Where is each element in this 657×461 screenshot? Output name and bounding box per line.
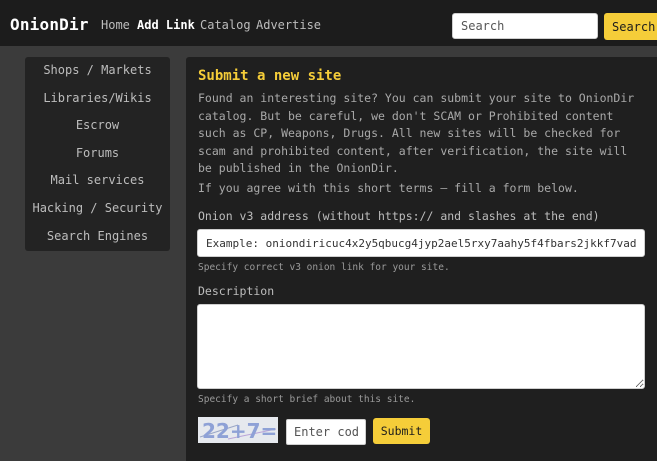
description-textarea[interactable]: [197, 304, 645, 389]
nav-link-catalog[interactable]: Catalog: [200, 18, 251, 32]
top-navbar: OnionDir Home Add Link Catalog Advertise…: [0, 0, 657, 46]
submit-site-panel: Submit a new site Found an interesting s…: [186, 57, 657, 461]
terms-text: If you agree with this short terms – fil…: [198, 181, 579, 195]
description-label: Description: [198, 284, 275, 298]
search-input[interactable]: [452, 13, 598, 39]
nav-link-advertise[interactable]: Advertise: [256, 18, 321, 32]
sidebar-item-search-engines[interactable]: Search Engines: [25, 223, 170, 251]
nav-link-add-link[interactable]: Add Link: [137, 18, 195, 32]
intro-text: Found an interesting site? You can submi…: [198, 91, 635, 176]
onion-address-hint: Specify correct v3 onion link for your s…: [198, 262, 450, 273]
sidebar-item-forums[interactable]: Forums: [25, 140, 170, 168]
captcha-digits: 22+7=: [202, 419, 277, 443]
sidebar-item-escrow[interactable]: Escrow: [25, 112, 170, 140]
search-button[interactable]: Search: [604, 13, 657, 40]
sidebar-item-mail-services[interactable]: Mail services: [25, 167, 170, 195]
nav-link-home[interactable]: Home: [101, 18, 130, 32]
sidebar-item-hacking-security[interactable]: Hacking / Security: [25, 195, 170, 223]
sidebar-item-shops-markets[interactable]: Shops / Markets: [25, 57, 170, 85]
onion-address-label: Onion v3 address (without https:// and s…: [198, 209, 600, 223]
submit-button[interactable]: Submit: [373, 418, 430, 444]
page-title: Submit a new site: [198, 68, 342, 84]
category-sidebar: Shops / Markets Libraries/Wikis Escrow F…: [25, 57, 170, 251]
description-hint: Specify a short brief about this site.: [198, 394, 416, 405]
onion-address-input[interactable]: [197, 229, 645, 257]
brand-logo[interactable]: OnionDir: [10, 15, 89, 34]
captcha-code-input[interactable]: [286, 419, 366, 445]
captcha-image: 22+7=: [198, 417, 278, 443]
sidebar-item-libraries-wikis[interactable]: Libraries/Wikis: [25, 85, 170, 113]
